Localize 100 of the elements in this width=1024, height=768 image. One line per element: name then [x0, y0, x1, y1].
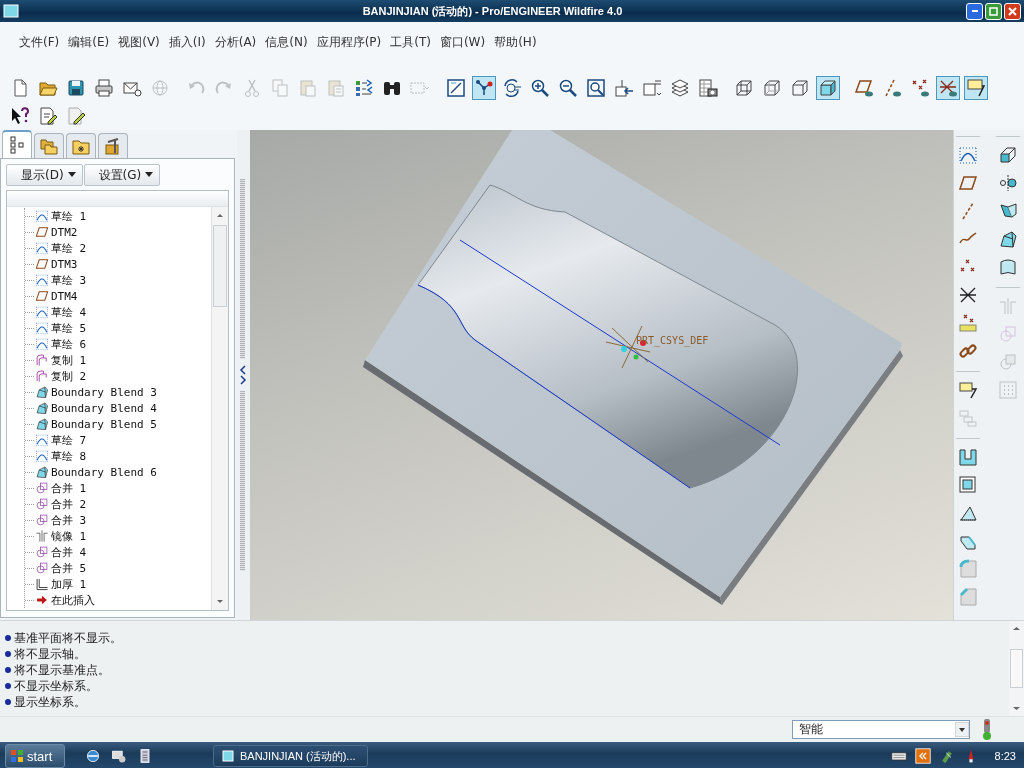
scrollbar[interactable] — [1009, 621, 1024, 716]
bullet-icon — [5, 651, 11, 657]
start-button[interactable]: start — [5, 744, 65, 768]
desktop-icon[interactable] — [111, 748, 127, 764]
wireframe-cube-icon — [734, 78, 754, 98]
tree-item[interactable]: 草绘 4 — [51, 304, 87, 320]
boundary-blend-icon — [34, 465, 50, 479]
merge-icon — [34, 561, 50, 575]
app-icon — [3, 4, 19, 18]
table-camera-icon — [698, 78, 718, 98]
toolbar-button[interactable] — [584, 76, 608, 100]
message-line: 基准平面将不显示。 — [14, 629, 122, 647]
tree-item[interactable]: Boundary Blend 4 — [51, 401, 157, 415]
menu-item[interactable]: 窗口(W) — [439, 33, 491, 51]
tree-item[interactable]: Boundary Blend 6 — [51, 465, 157, 479]
panel-tab[interactable] — [98, 133, 128, 158]
taskbar-button[interactable]: BANJINJIAN (活动的)... — [213, 745, 368, 767]
dropdown-caret-icon[interactable] — [955, 722, 969, 737]
datum-plane-icon — [34, 289, 50, 303]
splitter-handle[interactable] — [240, 391, 245, 571]
tree-item[interactable]: Boundary Blend 5 — [51, 417, 157, 431]
toolbar-button[interactable] — [816, 76, 840, 100]
tree-item[interactable]: 合并 1 — [51, 480, 87, 496]
folders-icon — [39, 136, 59, 156]
tree-item[interactable]: DTM2 — [51, 225, 78, 239]
toolbar-button[interactable] — [936, 76, 960, 100]
panel-tab[interactable] — [66, 133, 96, 158]
tree-item[interactable]: 复制 2 — [51, 368, 87, 384]
menu-item[interactable]: 信息(N) — [265, 33, 313, 51]
copy-icon — [270, 78, 290, 98]
menu-item[interactable]: 工具(T) — [390, 33, 436, 51]
calculator-icon[interactable] — [137, 748, 153, 764]
spin-center-icon — [474, 78, 494, 98]
tree-item[interactable]: 镜像 1 — [51, 528, 87, 544]
panel-tab[interactable] — [34, 133, 64, 158]
menu-item[interactable]: 插入(I) — [168, 33, 211, 51]
dropdown-button[interactable]: 设置(G) — [83, 164, 161, 186]
chevron-button-icon[interactable] — [914, 748, 931, 764]
tree-item[interactable]: 草绘 1 — [51, 208, 87, 224]
printer-icon — [94, 78, 114, 98]
tree-item[interactable]: 草绘 5 — [51, 320, 87, 336]
surface-icon — [998, 257, 1018, 277]
coordinate-system-label: PRT_CSYS_DEF — [636, 335, 709, 346]
scroll-thumb[interactable] — [1010, 649, 1023, 688]
shaded-cube-icon — [818, 78, 838, 98]
coordinate-system-icon — [958, 285, 978, 305]
tree-item[interactable]: Boundary Blend 3 — [51, 385, 157, 399]
menu-item[interactable]: 编辑(E) — [68, 33, 115, 51]
tree-item[interactable]: 草绘 3 — [51, 272, 87, 288]
chain-link-icon — [958, 341, 978, 361]
tree-item[interactable]: 合并 5 — [51, 560, 87, 576]
globe-icon — [150, 78, 170, 98]
maximize-button[interactable] — [985, 2, 1002, 20]
caret-icon — [67, 172, 76, 178]
maximize-icon — [989, 6, 998, 16]
datum-axis-eye-icon — [882, 78, 902, 98]
bullet-icon — [5, 635, 11, 641]
menu-item[interactable]: 帮助(H) — [494, 33, 542, 51]
pointer-help-icon — [10, 106, 30, 126]
tree-item[interactable]: 合并 4 — [51, 544, 87, 560]
copy-feature-icon — [34, 353, 50, 367]
tree-item[interactable]: 草绘 8 — [51, 448, 87, 464]
sketch-icon — [34, 337, 50, 351]
sweep-icon — [998, 201, 1018, 221]
tree-item[interactable]: 加厚 1 — [51, 576, 87, 592]
view-manager-icon — [642, 78, 662, 98]
toolbar-button[interactable] — [444, 76, 468, 100]
cube-icon — [790, 78, 810, 98]
tree-item[interactable]: DTM3 — [51, 257, 78, 271]
menu-item[interactable]: 分析(A) — [214, 33, 262, 51]
tree-item[interactable]: 草绘 6 — [51, 336, 87, 352]
close-button[interactable] — [1004, 2, 1021, 20]
menu-item[interactable]: 文件(F) — [19, 33, 65, 51]
part-model-drawing[interactable] — [363, 130, 903, 605]
scroll-thumb[interactable] — [213, 225, 227, 307]
selection-filter-dropdown[interactable]: 智能 — [792, 720, 970, 739]
tree-item[interactable]: 在此插入 — [51, 592, 95, 608]
datum-point-eye-icon — [910, 78, 930, 98]
tree-item[interactable]: 复制 1 — [51, 352, 87, 368]
pencil-icon — [66, 106, 86, 126]
tree-item[interactable]: 草绘 2 — [51, 240, 87, 256]
menu-item[interactable]: 应用程序(P) — [316, 33, 387, 51]
windows-flag-icon — [10, 749, 24, 763]
tree-item[interactable]: DTM4 — [51, 289, 78, 303]
menu-item[interactable]: 视图(V) — [118, 33, 165, 51]
zoom-in-icon — [530, 78, 550, 98]
toolbar-button[interactable] — [472, 76, 496, 100]
tree-item[interactable]: 合并 3 — [51, 512, 87, 528]
minimize-button[interactable] — [966, 2, 983, 20]
toolbar-button[interactable] — [696, 76, 720, 100]
scrollbar[interactable] — [211, 207, 228, 610]
browser-icon[interactable] — [85, 748, 101, 764]
tree-item[interactable]: 合并 2 — [51, 496, 87, 512]
layers-icon — [670, 78, 690, 98]
bullet-icon — [5, 667, 11, 673]
toolbar-button[interactable] — [964, 76, 988, 100]
traffic-light-icon — [982, 718, 992, 741]
splitter-handle[interactable] — [240, 179, 245, 359]
dropdown-button[interactable]: 显示(D) — [6, 164, 83, 186]
tree-item[interactable]: 草绘 7 — [51, 432, 87, 448]
